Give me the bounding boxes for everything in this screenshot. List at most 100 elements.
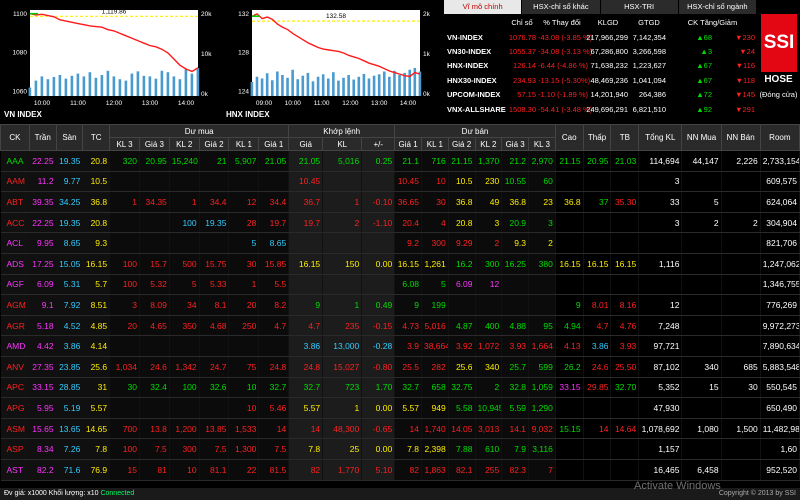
cell-symbol[interactable]: APG xyxy=(0,397,30,419)
cell-symbol[interactable]: ASM xyxy=(0,418,30,440)
cell-symbol[interactable]: AGM xyxy=(0,294,30,316)
index-row[interactable]: VN-INDEX 1076.78 -43.08 (-3.85 %) 217,966,2… xyxy=(444,30,757,44)
cell-match-vol: 235 xyxy=(322,315,363,337)
col-buy-vol3[interactable]: KL 3 xyxy=(109,137,140,151)
table-row[interactable]: APG 5.95 5.19 5.57 10 5.46 5.57 1 0.00 5.57 949 5.5… xyxy=(0,397,800,419)
cell-symbol[interactable]: ANV xyxy=(0,356,30,378)
table-row[interactable]: AAA 22.25 19.35 20.8 320 20.95 15,240 21 5,907 21… xyxy=(0,150,800,172)
col-high[interactable]: Cao xyxy=(554,124,584,151)
table-row[interactable]: ASM 15.65 13.65 14.65 700 13.8 1,200 13.85 1,533… xyxy=(0,418,800,440)
table-row[interactable]: AGR 5.18 4.52 4.85 20 4.65 350 4.68 250 4.7 4.7 235… xyxy=(0,315,800,337)
cell-buy-price3: 7.5 xyxy=(139,438,170,460)
index-row[interactable]: UPCOM-INDEX 57.15 -1.10 (-1.89 %) 14,201,94… xyxy=(444,88,757,102)
index-value: 1508.30 xyxy=(508,104,536,114)
cell-ceiling: 22.25 xyxy=(29,150,57,172)
col-match-price[interactable]: Giá xyxy=(288,137,324,151)
index-row[interactable]: VNX-ALLSHARE 1508.30 -54.41 (-3.48 %) 249,6… xyxy=(444,102,757,116)
col-sell-vol2[interactable]: KL 2 xyxy=(474,137,503,151)
cell-symbol[interactable]: AST xyxy=(0,459,30,481)
cell-symbol[interactable]: ACL xyxy=(0,232,30,254)
cell-buy-vol2: 1,200 xyxy=(169,418,200,440)
cell-symbol[interactable]: ASP xyxy=(0,438,30,460)
cell-ceiling: 17.25 xyxy=(29,253,57,275)
cell-sell-vol1: 658 xyxy=(421,377,449,399)
cell-symbol[interactable]: ABT xyxy=(0,191,30,213)
col-ref[interactable]: TC xyxy=(82,124,111,151)
col-buy-vol2[interactable]: KL 2 xyxy=(168,137,200,151)
table-row[interactable]: AAM 11.2 9.77 10.5 10.45 10.45 10 10.5 230 10.55 6… xyxy=(0,171,800,193)
col-room[interactable]: Room xyxy=(759,124,800,151)
col-buy-price1[interactable]: Giá 1 xyxy=(258,137,290,151)
col-foreign-sell[interactable]: NN Bán xyxy=(720,124,761,151)
table-row[interactable]: AST 82.2 71.6 76.9 15 81 10 81.1 22 81.5 82 1,770 5.… xyxy=(0,459,800,481)
cell-symbol[interactable]: AGR xyxy=(0,315,30,337)
tab-hsx-tri[interactable]: HSX-TRI xyxy=(600,0,679,14)
cell-sell-price1: 7.8 xyxy=(394,438,422,460)
table-row[interactable]: ACL 9.95 8.65 9.3 5 8.65 9.2 300 9.29 2 9.3 2 821,70… xyxy=(0,232,800,254)
col-match-change[interactable]: +/- xyxy=(361,137,396,151)
cell-buy-price3 xyxy=(139,397,170,419)
col-total-vol[interactable]: Tổng KL xyxy=(638,124,683,151)
cell-ceiling: 33.15 xyxy=(29,377,57,399)
col-ceiling[interactable]: Trần xyxy=(28,124,57,151)
cell-sell-price3: 10.55 xyxy=(501,171,530,193)
tab-hsx-sector[interactable]: HSX-chỉ số ngành xyxy=(678,0,757,14)
cell-sell-price2: 9.29 xyxy=(448,232,476,254)
cell-symbol[interactable]: AMD xyxy=(0,335,30,357)
cell-ceiling: 11.2 xyxy=(29,171,57,193)
cell-symbol[interactable]: ACC xyxy=(0,212,30,234)
col-sell-price3[interactable]: Giá 3 xyxy=(501,137,530,151)
table-row[interactable]: AMD 4.42 3.86 4.14 3.86 13,000 -0.28 3.9 38,664 3… xyxy=(0,335,800,357)
cell-buy-vol1: 1 xyxy=(228,274,260,296)
col-buy-price2[interactable]: Giá 2 xyxy=(198,137,230,151)
cell-high: 16.15 xyxy=(555,253,584,275)
col-sell-vol1[interactable]: KL 1 xyxy=(420,137,449,151)
index-row[interactable]: HNX30-INDEX 234.93 -13.15 (-5.30%) 48,469,2… xyxy=(444,73,757,87)
index-row[interactable]: VN30-INDEX 1055.37 -34.08 (-3.13 %) 67,286,… xyxy=(444,44,757,58)
cell-symbol[interactable]: APC xyxy=(0,377,30,399)
cell-symbol[interactable]: ADS xyxy=(0,253,30,275)
vn-volume-bar xyxy=(130,73,134,96)
col-ck[interactable]: CK xyxy=(0,124,30,151)
col-sell-price1[interactable]: Giá 1 xyxy=(394,137,422,151)
cell-buy-price2: 24.7 xyxy=(199,356,230,378)
col-match-vol[interactable]: KL xyxy=(322,137,363,151)
col-buy-vol1[interactable]: KL 1 xyxy=(228,137,260,151)
cell-sell-vol3: 599 xyxy=(528,356,556,378)
cell-room: 7,890,634 xyxy=(760,335,800,357)
hnx-volume-bar xyxy=(357,76,361,96)
index-table-header: Chỉ số % Thay đổi KLGD GTGD CK Tăng/Giảm xyxy=(444,14,757,30)
col-low[interactable]: Thấp xyxy=(582,124,612,151)
cell-match-change: -0.10 xyxy=(361,191,396,213)
col-sell-price2[interactable]: Giá 2 xyxy=(447,137,476,151)
cell-buy-price2: 32.6 xyxy=(199,377,230,399)
table-row[interactable]: ANV 27.35 23.85 25.6 1,034 24.6 1,342 24.7 75 24.… xyxy=(0,356,800,378)
table-row[interactable]: ACC 22.25 19.35 20.8 100 19.35 28 19.7 19.7 2 -1.1… xyxy=(0,212,800,234)
vn-volume-bar xyxy=(106,70,110,96)
table-row[interactable]: ASP 8.34 7.26 7.8 100 7.5 300 7.5 1,300 7.5 7.8 25 0… xyxy=(0,438,800,460)
col-buy-price3[interactable]: Giá 3 xyxy=(138,137,170,151)
tab-hsx-other[interactable]: HSX-chỉ số khác xyxy=(522,0,601,14)
cell-match-vol xyxy=(322,274,363,296)
cell-room: 5,883,548 xyxy=(760,356,800,378)
cell-sell-price1: 16.15 xyxy=(394,253,422,275)
col-foreign-buy[interactable]: NN Mua xyxy=(681,124,722,151)
cell-symbol[interactable]: AAM xyxy=(0,171,30,193)
table-row[interactable]: ABT 39.35 34.25 36.8 1 34.35 1 34.4 12 34.4 36.7 1-… xyxy=(0,191,800,213)
tab-main-indices[interactable]: Vĩ mô chính xyxy=(444,0,523,14)
col-sell-vol3[interactable]: KL 3 xyxy=(528,137,556,151)
table-row[interactable]: AGM 9.1 7.92 8.51 3 8.09 34 8.1 20 8.2 9 1 0.49 9 199 9… xyxy=(0,294,800,316)
cell-buy-vol1: 10 xyxy=(228,377,260,399)
vn-volume-bar xyxy=(190,73,194,96)
cell-symbol[interactable]: AGF xyxy=(0,274,30,296)
table-row[interactable]: ADS 17.25 15.05 16.15 100 15.7 500 15.75 30 15.85… xyxy=(0,253,800,275)
cell-high xyxy=(555,232,584,254)
cell-sell-vol2: 2 xyxy=(475,377,503,399)
col-avg[interactable]: TB xyxy=(610,124,640,151)
cell-symbol[interactable]: AAA xyxy=(0,150,30,172)
table-row[interactable]: AGF 6.09 5.31 5.7 100 5.32 5 5.33 1 5.5 6.08 5 6.09 1… xyxy=(0,274,800,296)
cell-avg: 21.03 xyxy=(610,150,640,172)
col-floor[interactable]: Sàn xyxy=(55,124,84,151)
index-row[interactable]: HNX-INDEX 126.14 -6.44 (-4.86 %) 71,638,232… xyxy=(444,59,757,73)
table-row[interactable]: APC 33.15 28.85 31 30 32.4 100 32.6 10 32.7 32.7 72… xyxy=(0,377,800,399)
